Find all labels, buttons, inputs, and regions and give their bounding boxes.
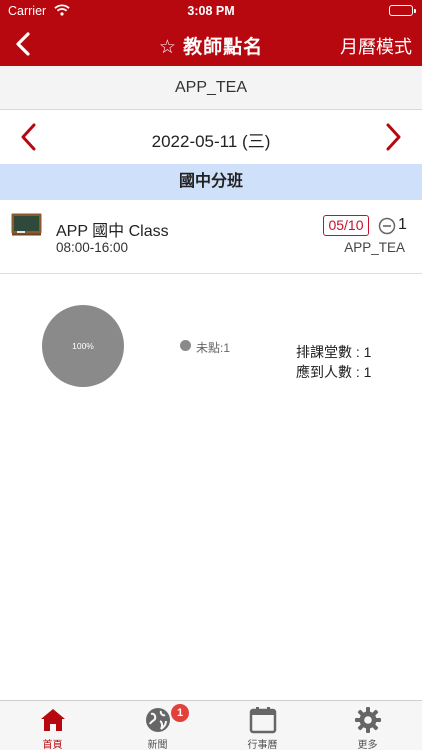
globe-icon — [144, 706, 172, 734]
class-name: APP 國中 Class — [56, 223, 169, 240]
scheduled-classes-stat: 排課堂數 : 1 — [296, 344, 372, 360]
section-header: 國中分班 — [0, 164, 422, 200]
pie-slice-label: 100% — [72, 341, 94, 351]
absent-count: 1 — [398, 216, 407, 233]
calendar-mode-button[interactable]: 月曆模式 — [340, 33, 412, 59]
date-navigator: 2022-05-11 (三) — [0, 110, 422, 164]
tab-bar: 首頁 1 新聞 行事曆 更多 — [0, 700, 422, 750]
tab-home[interactable]: 首頁 — [0, 701, 105, 750]
minus-circle-icon — [378, 217, 396, 235]
battery-icon — [389, 5, 416, 16]
next-day-button[interactable] — [380, 122, 406, 152]
tab-label: 更多 — [357, 740, 378, 750]
news-count-badge: 1 — [171, 704, 189, 722]
tab-more[interactable]: 更多 — [315, 701, 420, 750]
class-time: 08:00-16:00 — [56, 240, 129, 255]
legend-entry: 未點:1 — [196, 341, 231, 355]
status-time: 3:08 PM — [187, 4, 235, 18]
chalkboard-icon — [11, 213, 42, 236]
status-bar: Carrier 3:08 PM — [0, 0, 422, 22]
tab-calendar[interactable]: 行事曆 — [210, 701, 315, 750]
tab-label: 行事曆 — [247, 740, 278, 750]
teacher-name-bar: APP_TEA — [0, 66, 422, 110]
gear-icon — [354, 706, 382, 734]
current-date: 2022-05-11 (三) — [151, 132, 271, 151]
home-icon — [39, 706, 67, 734]
tab-label: 新聞 — [147, 740, 168, 750]
nav-bar: ☆ 教師點名 月曆模式 — [0, 22, 422, 66]
expected-attendance-stat: 應到人數 : 1 — [296, 364, 372, 380]
tab-label: 首頁 — [42, 740, 63, 750]
class-list-item[interactable]: APP 國中 Class 08:00-16:00 05/10 1 APP_TEA — [0, 200, 422, 274]
calendar-icon — [249, 706, 277, 734]
legend-color-dot — [180, 340, 191, 351]
tab-news[interactable]: 1 新聞 — [105, 701, 210, 750]
class-teacher: APP_TEA — [344, 240, 405, 255]
chevron-right-icon — [386, 123, 401, 151]
date-badge: 05/10 — [323, 215, 369, 236]
